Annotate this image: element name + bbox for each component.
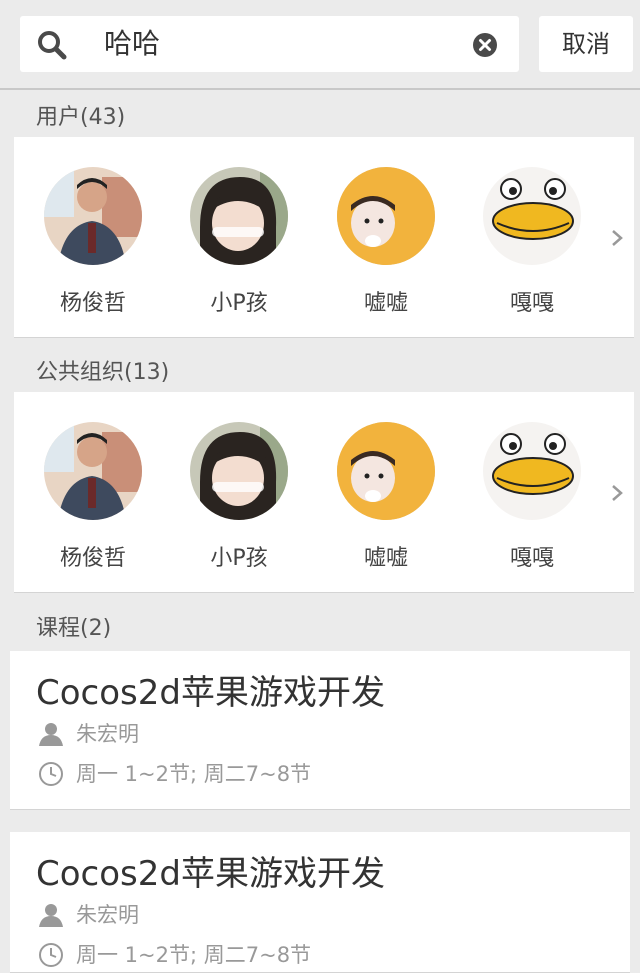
chevron-right-icon[interactable] [610, 229, 624, 247]
section-title-users: 用户(43) [36, 105, 126, 130]
section-title-courses: 课程(2) [36, 616, 112, 641]
org-name: 小P孩 [210, 546, 268, 571]
org-name: 嘎嘎 [509, 546, 554, 571]
schedule-text: 周一 1~2节; 周二7~8节 [76, 762, 312, 786]
course-title: Cocos2d苹果游戏开发 [36, 673, 385, 713]
search-input[interactable]: 哈哈 [20, 16, 519, 72]
course-card[interactable]: Cocos2d苹果游戏开发 朱宏明 周一 1~2节; 周二7~8节 [10, 832, 630, 973]
user-item[interactable]: 杨俊哲 [38, 167, 148, 317]
schedule-text: 周一 1~2节; 周二7~8节 [76, 943, 312, 967]
avatar [190, 167, 288, 265]
orgs-card: 杨俊哲 小P孩 嘘嘘 嘎嘎 [14, 392, 634, 593]
org-item[interactable]: 嘘嘘 [331, 422, 441, 572]
user-name: 嘘嘘 [363, 291, 408, 316]
course-title: Cocos2d苹果游戏开发 [36, 854, 385, 894]
clock-icon [39, 762, 63, 786]
org-name: 嘘嘘 [363, 546, 408, 571]
user-item[interactable]: 嘎嘎 [477, 167, 587, 317]
teacher-name: 朱宏明 [76, 722, 139, 746]
org-item[interactable]: 杨俊哲 [38, 422, 148, 572]
cancel-button[interactable]: 取消 [539, 16, 633, 72]
user-item[interactable]: 小P孩 [184, 167, 294, 317]
user-name: 嘎嘎 [509, 291, 554, 316]
teacher-name: 朱宏明 [76, 903, 139, 927]
avatar [483, 422, 581, 520]
org-item[interactable]: 嘎嘎 [477, 422, 587, 572]
search-query-text[interactable]: 哈哈 [104, 26, 160, 62]
user-item[interactable]: 嘘嘘 [331, 167, 441, 317]
user-name: 杨俊哲 [59, 291, 126, 316]
person-icon [39, 723, 63, 746]
avatar [190, 422, 288, 520]
clock-icon [39, 943, 63, 967]
search-icon[interactable] [36, 29, 68, 61]
course-card[interactable]: Cocos2d苹果游戏开发 朱宏明 周一 1~2节; 周二7~8节 [10, 651, 630, 810]
org-item[interactable]: 小P孩 [184, 422, 294, 572]
chevron-right-icon[interactable] [610, 484, 624, 502]
avatar [483, 167, 581, 265]
avatar [337, 167, 435, 265]
avatar [44, 167, 142, 265]
org-name: 杨俊哲 [59, 546, 126, 571]
users-card: 杨俊哲 小P孩 嘘嘘 嘎嘎 [14, 137, 634, 338]
avatar [337, 422, 435, 520]
clear-icon[interactable] [472, 32, 498, 58]
user-name: 小P孩 [210, 291, 268, 316]
search-bar: 哈哈 取消 [0, 0, 640, 90]
avatar [44, 422, 142, 520]
person-icon [39, 904, 63, 927]
section-title-orgs: 公共组织(13) [36, 360, 170, 385]
